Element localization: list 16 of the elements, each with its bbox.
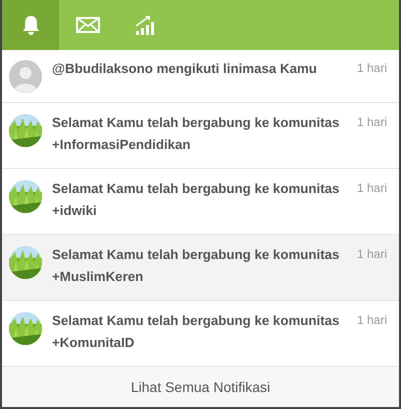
notification-text: @Bbudilaksono mengikuti linimasa Kamu [52, 60, 318, 78]
notification-text: Selamat Kamu telah bergabung ke komunitas +MuslimKeren [52, 246, 340, 286]
tab[interactable] [2, 0, 59, 50]
see-all-link[interactable]: Lihat Semua Notifikasi [2, 367, 399, 407]
notification-time: 1 hari [356, 247, 387, 261]
avatar-icon [9, 60, 42, 93]
notification-time: 1 hari [356, 61, 387, 75]
mail-icon [76, 17, 100, 33]
notification-item[interactable]: Selamat Kamu telah bergabung ke komunitas +MuslimKeren 1 hari [2, 235, 399, 301]
notification-text: Selamat Kamu telah bergabung ke komunitas +InformasiPendidikan [52, 114, 340, 154]
notification-time: 1 hari [356, 313, 387, 327]
notification-text: Selamat Kamu telah bergabung ke komunitas +idwiki [52, 180, 340, 220]
notification-time: 1 hari [356, 181, 387, 195]
notification-time: 1 hari [356, 115, 387, 129]
chart-icon [134, 14, 156, 36]
notification-text: Selamat Kamu telah bergabung ke komunitas +KomunitaID [52, 312, 340, 352]
